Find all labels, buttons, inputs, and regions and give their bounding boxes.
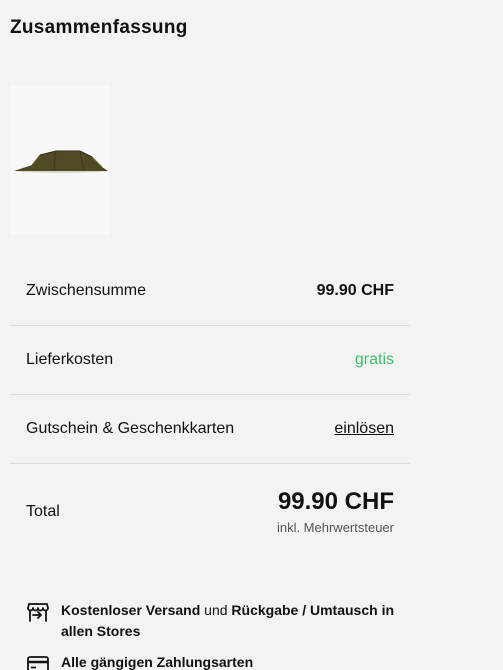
shipping-row: Lieferkosten gratis <box>10 326 410 395</box>
store-return-icon <box>26 600 50 624</box>
order-summary-panel: Zusammenfassung Zwischensumme 99.90 CHF … <box>0 0 503 670</box>
vat-note: inkl. Mehrwertsteuer <box>276 519 394 535</box>
price-summary: Zwischensumme 99.90 CHF Lieferkosten gra… <box>10 257 410 560</box>
subtotal-value: 99.90 CHF <box>316 282 394 299</box>
voucher-label: Gutschein & Geschenkkarten <box>26 420 235 437</box>
benefit-payment-text: Alle gängigen Zahlungsarten <box>61 654 254 670</box>
benefit-shipping-text: Kostenloser Versand und Rückgabe / Umtau… <box>61 602 395 639</box>
total-value: 99.90 CHF <box>277 488 394 516</box>
tent-product-image <box>14 150 108 173</box>
total-label: Total <box>26 503 60 520</box>
shipping-label: Lieferkosten <box>26 351 114 368</box>
credit-card-icon <box>26 652 50 670</box>
subtotal-row: Zwischensumme 99.90 CHF <box>10 257 410 326</box>
shipping-value: gratis <box>354 351 394 368</box>
product-thumbnail[interactable] <box>10 85 110 235</box>
summary-title: Zusammenfassung <box>10 17 188 38</box>
benefit-shipping: Kostenloser Versand und Rückgabe / Umtau… <box>26 600 406 642</box>
subtotal-label: Zwischensumme <box>26 282 147 299</box>
total-amount-block: 99.90 CHF inkl. Mehrwertsteuer <box>276 488 394 535</box>
redeem-voucher-link[interactable]: einlösen <box>334 420 394 438</box>
benefit-payment: Alle gängigen Zahlungsarten <box>26 652 406 670</box>
total-row: Total 99.90 CHF inkl. Mehrwertsteuer <box>10 464 410 560</box>
voucher-row: Gutschein & Geschenkkarten einlösen <box>10 395 410 464</box>
benefits-list: Kostenloser Versand und Rückgabe / Umtau… <box>26 600 406 670</box>
